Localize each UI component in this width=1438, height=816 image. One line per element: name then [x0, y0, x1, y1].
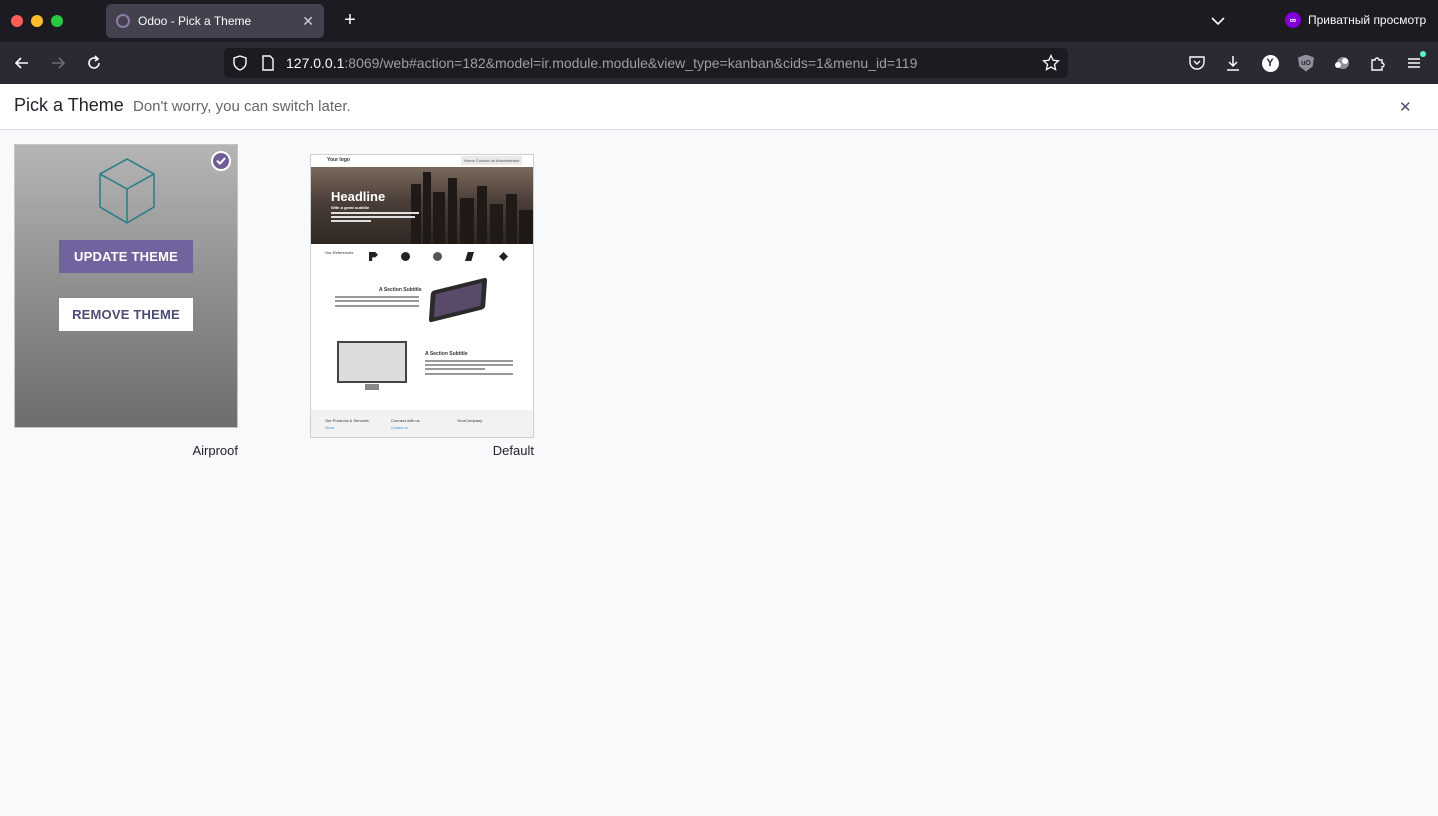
- preview-section-title-1: A Section Subtitle: [379, 287, 422, 293]
- preview-hero-image: Headline With a great subtitle: [311, 167, 533, 244]
- window-close-button[interactable]: [11, 15, 23, 27]
- preview-references-label: Our References: [325, 250, 354, 255]
- card-divider: [59, 285, 193, 286]
- preview-phone-image: [428, 277, 488, 323]
- private-browsing-indicator: ∞ Приватный просмотр: [1285, 12, 1426, 28]
- extension-button[interactable]: [1332, 53, 1352, 73]
- download-icon: [1227, 56, 1239, 71]
- ublock-extension-button[interactable]: uO: [1296, 53, 1316, 73]
- preview-footer-company: YourCompany: [457, 418, 483, 423]
- page-title: Pick a Theme: [14, 95, 124, 115]
- preview-footer-products: Our Products & Services: [325, 418, 369, 423]
- cube-icon: [99, 158, 155, 224]
- odoo-favicon-icon: [116, 14, 130, 28]
- preview-monitor-image: [337, 341, 407, 383]
- yandex-extension-button[interactable]: Y: [1260, 53, 1280, 73]
- browser-tab-bar: Odoo - Pick a Theme ✕ + ∞ Приватный прос…: [0, 0, 1438, 42]
- window-minimize-button[interactable]: [31, 15, 43, 27]
- installed-check-icon: [211, 151, 231, 171]
- extensions-menu-button[interactable]: [1368, 53, 1388, 73]
- theme-name-airproof: Airproof: [192, 443, 238, 458]
- private-mask-icon: ∞: [1285, 12, 1301, 28]
- pocket-button[interactable]: [1187, 53, 1207, 73]
- preview-footer-home-link: Home: [325, 426, 335, 430]
- extension-ghost-icon: [1335, 57, 1349, 69]
- url-host: 127.0.0.1: [286, 55, 345, 71]
- update-theme-button[interactable]: UPDATE THEME: [59, 240, 193, 273]
- preview-headline-subtitle: With a great subtitle: [331, 205, 370, 210]
- theme-name-default: Default: [492, 443, 534, 458]
- preview-footer: Our Products & Services Home Connect wit…: [311, 410, 533, 437]
- window-maximize-button[interactable]: [51, 15, 63, 27]
- pocket-icon: [1189, 56, 1205, 70]
- preview-footer-contact-link: Contact us: [391, 426, 408, 430]
- address-bar[interactable]: 127.0.0.1:8069/web#action=182&model=ir.m…: [224, 48, 1068, 78]
- tracking-protection-shield-icon[interactable]: [232, 55, 248, 71]
- remove-theme-button[interactable]: REMOVE THEME: [59, 298, 193, 331]
- page-info-icon[interactable]: [260, 55, 276, 71]
- list-all-tabs-icon[interactable]: [1209, 12, 1227, 30]
- reload-icon: [88, 55, 100, 69]
- close-icon[interactable]: ✕: [1399, 98, 1412, 116]
- app-menu-button[interactable]: [1404, 51, 1426, 73]
- arrow-left-icon: [14, 57, 28, 69]
- forward-button[interactable]: [48, 53, 68, 73]
- downloads-button[interactable]: [1223, 53, 1243, 73]
- yandex-icon: Y: [1261, 54, 1279, 72]
- theme-card-airproof[interactable]: UPDATE THEME REMOVE THEME: [14, 144, 238, 428]
- preview-headline: Headline: [331, 189, 386, 204]
- browser-tab-active[interactable]: Odoo - Pick a Theme ✕: [106, 4, 324, 38]
- puzzle-piece-icon: [1371, 57, 1385, 71]
- hamburger-menu-icon: [1408, 58, 1420, 68]
- reload-button[interactable]: [84, 53, 104, 73]
- private-label: Приватный просмотр: [1308, 13, 1427, 27]
- odoo-page: Pick a Theme Don't worry, you can switch…: [0, 84, 1438, 816]
- preview-logo: Your logo: [327, 157, 350, 163]
- url-path: :8069/web#action=182&model=ir.module.mod…: [344, 55, 918, 71]
- tab-title: Odoo - Pick a Theme: [138, 14, 252, 28]
- bookmark-star-icon[interactable]: [1042, 54, 1060, 72]
- preview-menu: Home Contact us Administrator: [461, 156, 523, 165]
- preview-navbar: Your logo Home Contact us Administrator: [311, 155, 533, 167]
- new-tab-button[interactable]: +: [339, 9, 361, 31]
- url-text[interactable]: 127.0.0.1:8069/web#action=182&model=ir.m…: [286, 55, 917, 71]
- preview-footer-connect: Connect with us: [391, 418, 420, 423]
- ublock-shield-icon: uO: [1298, 54, 1314, 72]
- page-subtitle: Don't worry, you can switch later.: [133, 98, 351, 115]
- arrow-right-icon: [52, 57, 66, 69]
- page-header: Pick a Theme Don't worry, you can switch…: [0, 84, 1438, 130]
- theme-card-default[interactable]: Your logo Home Contact us Administrator …: [310, 154, 534, 438]
- preview-section-title-2: A Section Subtitle: [425, 351, 468, 357]
- back-button[interactable]: [12, 53, 32, 73]
- tab-close-icon[interactable]: ✕: [302, 14, 314, 28]
- update-available-dot: [1420, 51, 1426, 57]
